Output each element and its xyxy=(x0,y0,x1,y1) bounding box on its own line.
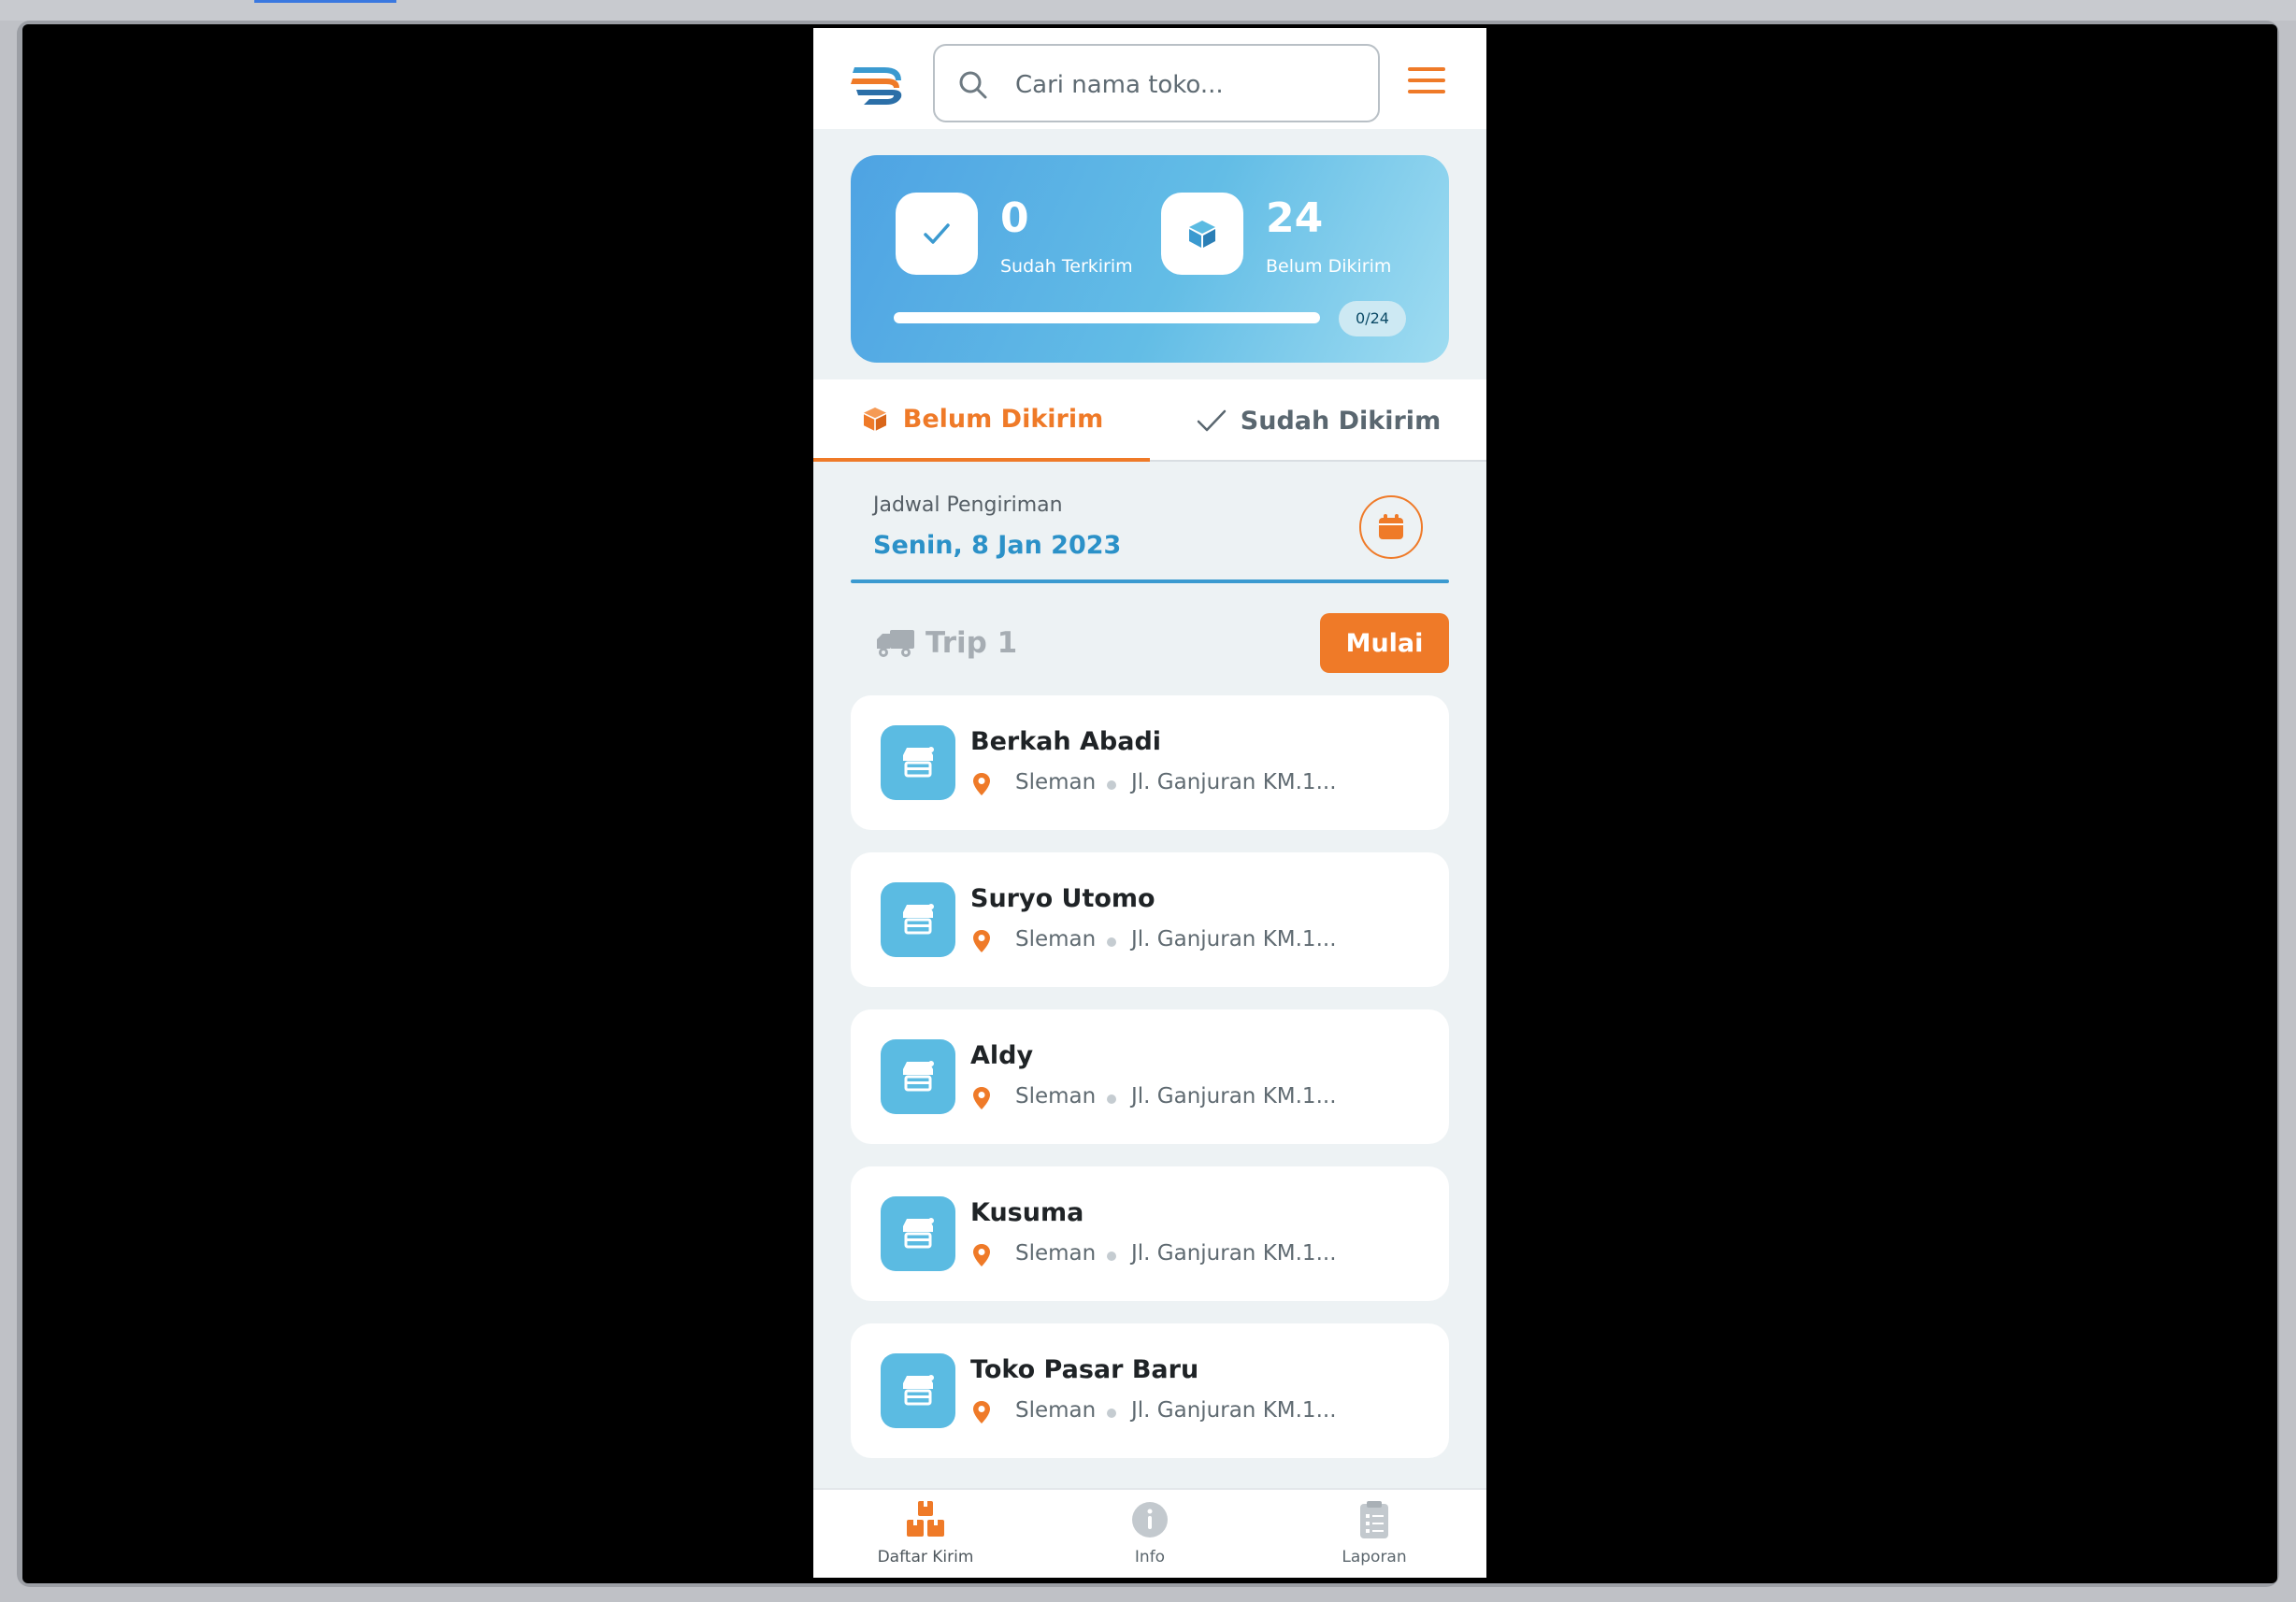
store-icon xyxy=(881,1353,955,1428)
schedule-underline xyxy=(851,579,1449,583)
tab-label: Belum Dikirim xyxy=(902,404,1104,434)
store-list: Berkah Abadi Sleman Jl. Ganjuran KM.1...… xyxy=(851,695,1449,1480)
store-card[interactable]: Aldy Sleman Jl. Ganjuran KM.1... xyxy=(851,1009,1449,1144)
delivered-count: 0 xyxy=(1000,194,1029,242)
location-pin-icon xyxy=(973,1244,990,1266)
store-address: Jl. Ganjuran KM.1... xyxy=(1131,1241,1337,1266)
boxes-icon xyxy=(907,1501,944,1537)
app-header xyxy=(813,28,1486,129)
location-pin-icon xyxy=(973,773,990,795)
calendar-button[interactable] xyxy=(1359,495,1423,559)
separator-dot xyxy=(1107,1409,1116,1418)
schedule-date[interactable]: Senin, 8 Jan 2023 xyxy=(873,531,1121,560)
store-name: Berkah Abadi xyxy=(970,727,1162,756)
store-address: Jl. Ganjuran KM.1... xyxy=(1131,1084,1337,1109)
store-region: Sleman xyxy=(1015,1084,1097,1109)
store-name: Toko Pasar Baru xyxy=(970,1355,1199,1384)
location-pin-icon xyxy=(973,1401,990,1423)
separator-dot xyxy=(1107,937,1116,947)
store-card[interactable]: Toko Pasar Baru Sleman Jl. Ganjuran KM.1… xyxy=(851,1323,1449,1458)
browser-tab-indicator xyxy=(254,0,396,3)
location-pin-icon xyxy=(973,1087,990,1109)
check-icon xyxy=(1197,409,1227,432)
browser-top-strip xyxy=(0,0,2296,21)
app-logo xyxy=(851,67,902,105)
store-address: Jl. Ganjuran KM.1... xyxy=(1131,927,1337,951)
package-icon xyxy=(1161,193,1243,275)
location-pin-icon xyxy=(973,930,990,952)
tab-sudah-dikirim[interactable]: Sudah Dikirim xyxy=(1150,379,1486,462)
mobile-app: 0 Sudah Terkirim 24 Belum Dikirim 0/24 xyxy=(813,28,1486,1578)
progress-count-badge: 0/24 xyxy=(1339,301,1406,336)
bottom-navigation: Daftar Kirim Info Laporan xyxy=(813,1488,1486,1578)
store-region: Sleman xyxy=(1015,1398,1097,1423)
store-icon xyxy=(881,882,955,957)
store-region: Sleman xyxy=(1015,1241,1097,1266)
store-name: Kusuma xyxy=(970,1198,1084,1227)
nav-label: Info xyxy=(1134,1548,1166,1566)
delivered-label: Sudah Terkirim xyxy=(1000,256,1133,277)
calendar-icon xyxy=(1379,514,1403,539)
check-icon xyxy=(896,193,978,275)
store-icon xyxy=(881,1196,955,1271)
separator-dot xyxy=(1107,1252,1116,1261)
pending-count: 24 xyxy=(1266,194,1324,242)
store-name: Aldy xyxy=(970,1041,1034,1070)
nav-label: Daftar Kirim xyxy=(877,1548,974,1566)
viewport: 0 Sudah Terkirim 24 Belum Dikirim 0/24 xyxy=(22,24,2277,1583)
pending-label: Belum Dikirim xyxy=(1266,256,1392,277)
start-trip-button[interactable]: Mulai xyxy=(1320,613,1449,673)
tab-belum-dikirim[interactable]: Belum Dikirim xyxy=(813,379,1150,462)
delivery-tabs: Belum Dikirim Sudah Dikirim xyxy=(813,379,1486,462)
store-name: Suryo Utomo xyxy=(970,884,1155,913)
store-icon xyxy=(881,725,955,800)
store-address: Jl. Ganjuran KM.1... xyxy=(1131,770,1337,794)
search-icon xyxy=(959,71,987,99)
delivery-summary-card: 0 Sudah Terkirim 24 Belum Dikirim 0/24 xyxy=(851,155,1449,363)
separator-dot xyxy=(1107,1094,1116,1104)
nav-info[interactable]: Info xyxy=(1038,1490,1262,1578)
delivery-progress-bar xyxy=(894,312,1320,323)
store-icon xyxy=(881,1039,955,1114)
schedule-label: Jadwal Pengiriman xyxy=(873,493,1063,517)
search-input[interactable] xyxy=(1013,64,1363,106)
separator-dot xyxy=(1107,780,1116,790)
nav-label: Laporan xyxy=(1342,1548,1407,1566)
package-icon xyxy=(863,408,886,431)
store-card[interactable]: Suryo Utomo Sleman Jl. Ganjuran KM.1... xyxy=(851,852,1449,987)
store-card[interactable]: Kusuma Sleman Jl. Ganjuran KM.1... xyxy=(851,1166,1449,1301)
hamburger-menu-icon[interactable] xyxy=(1408,67,1445,97)
clipboard-icon xyxy=(1360,1501,1388,1538)
nav-laporan[interactable]: Laporan xyxy=(1262,1490,1486,1578)
truck-icon xyxy=(877,630,914,657)
search-box[interactable] xyxy=(933,44,1380,122)
store-address: Jl. Ganjuran KM.1... xyxy=(1131,1398,1337,1423)
nav-daftar-kirim[interactable]: Daftar Kirim xyxy=(813,1490,1038,1578)
store-region: Sleman xyxy=(1015,927,1097,951)
store-card[interactable]: Berkah Abadi Sleman Jl. Ganjuran KM.1... xyxy=(851,695,1449,830)
tab-label: Sudah Dikirim xyxy=(1240,406,1442,436)
info-icon xyxy=(1132,1502,1168,1538)
trip-label: Trip 1 xyxy=(926,626,1018,660)
store-region: Sleman xyxy=(1015,770,1097,794)
